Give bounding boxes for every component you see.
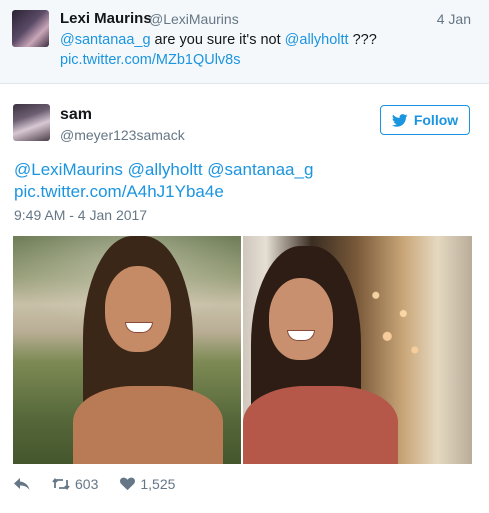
mention-link[interactable]: @LexiMaurins [14, 160, 123, 179]
author-name[interactable]: sam [60, 106, 92, 124]
tweet-text-fragment: are you sure it's not [150, 32, 285, 48]
reply-icon [14, 477, 30, 491]
parent-author-name[interactable]: Lexi Maurins [60, 10, 152, 27]
photo-right[interactable] [243, 236, 472, 464]
mention-link[interactable]: @allyholtt [285, 32, 349, 48]
author-handle[interactable]: @meyer123samack [60, 127, 185, 143]
photo-left[interactable] [13, 236, 241, 464]
avatar[interactable] [12, 10, 49, 47]
tweet-text-fragment: ??? [348, 32, 377, 48]
retweet-count: 603 [75, 476, 99, 492]
avatar[interactable] [13, 104, 50, 141]
reply-button[interactable] [14, 477, 30, 491]
tweet-media [13, 236, 472, 464]
pic-link[interactable]: pic.twitter.com/MZb1QUlv8s [60, 52, 241, 68]
follow-label: Follow [413, 112, 459, 128]
person-figure [73, 236, 233, 464]
heart-icon [120, 477, 136, 491]
parent-tweet-time[interactable]: 4 Jan [437, 11, 471, 27]
mention-link[interactable]: @santanaa_g [60, 32, 151, 48]
retweet-button[interactable]: 603 [52, 476, 98, 492]
mention-link[interactable]: @allyholtt [128, 160, 203, 179]
parent-tweet-text: @santanaa_g are you sure it's not @allyh… [60, 30, 470, 70]
tweet-text: @LexiMaurins @allyholtt @santanaa_g pic.… [14, 159, 474, 203]
parent-author-handle[interactable]: @LexiMaurins [149, 11, 239, 27]
person-figure [243, 246, 403, 464]
parent-tweet: Lexi Maurins @LexiMaurins 4 Jan @santana… [0, 0, 489, 84]
mention-link[interactable]: @santanaa_g [207, 160, 313, 179]
like-button[interactable]: 1,525 [120, 476, 175, 492]
follow-button[interactable]: Follow [380, 105, 470, 135]
twitter-bird-icon [391, 113, 408, 127]
pic-link[interactable]: pic.twitter.com/A4hJ1Yba4e [14, 182, 224, 201]
tweet-actions: 603 1,525 [14, 474, 197, 494]
like-count: 1,525 [140, 476, 176, 492]
tweet-timestamp[interactable]: 9:49 AM - 4 Jan 2017 [14, 207, 147, 223]
retweet-icon [52, 477, 70, 491]
